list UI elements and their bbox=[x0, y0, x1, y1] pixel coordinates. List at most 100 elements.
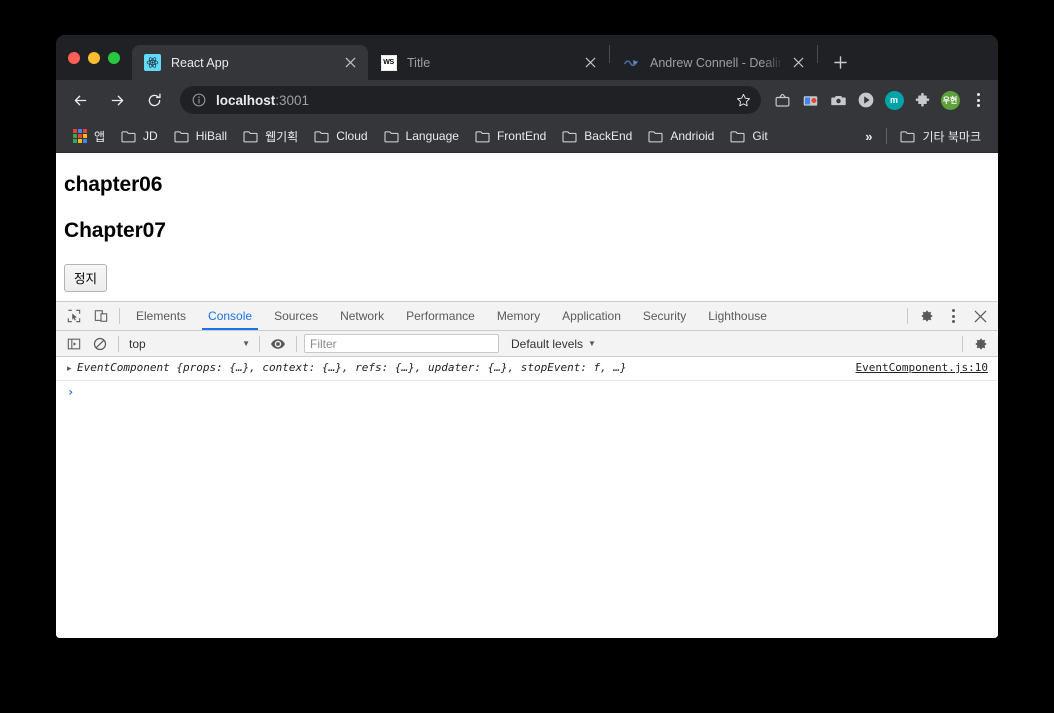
page-heading-chapter06: chapter06 bbox=[64, 173, 163, 196]
console-settings-gear-icon[interactable] bbox=[968, 331, 994, 357]
tab-title: Andrew Connell - Dealing with bbox=[650, 55, 783, 70]
folder-icon bbox=[174, 130, 189, 143]
devtools-tab-console[interactable]: Console bbox=[197, 302, 263, 330]
devtools-tab-network[interactable]: Network bbox=[329, 302, 395, 330]
console-toolbar-divider bbox=[296, 335, 297, 352]
devtools-tab-security[interactable]: Security bbox=[632, 302, 697, 330]
bookmark-label: Language bbox=[405, 129, 459, 143]
browser-tab-react-app[interactable]: React App bbox=[132, 45, 368, 80]
close-tab-icon[interactable] bbox=[341, 54, 359, 72]
camera-extension-icon[interactable] bbox=[825, 86, 851, 114]
devtools-tab-lighthouse[interactable]: Lighthouse bbox=[697, 302, 778, 330]
console-toolbar: top ▼ Default levels ▼ bbox=[56, 331, 998, 357]
tab-title: React App bbox=[171, 55, 229, 70]
tab-label: Sources bbox=[274, 309, 319, 323]
close-tab-icon[interactable] bbox=[581, 54, 599, 72]
folder-icon bbox=[475, 130, 490, 143]
back-button[interactable] bbox=[66, 86, 94, 114]
levels-label: Default levels bbox=[511, 336, 584, 351]
devtools-tab-application[interactable]: Application bbox=[551, 302, 632, 330]
console-message-text: EventComponent {props: {…}, context: {…}… bbox=[77, 361, 627, 374]
close-tab-icon[interactable] bbox=[789, 54, 807, 72]
tab-title: Title bbox=[407, 55, 431, 70]
stop-button[interactable]: 정지 bbox=[64, 263, 108, 292]
inspect-element-icon[interactable] bbox=[60, 302, 87, 330]
devtools-tab-elements[interactable]: Elements bbox=[125, 302, 197, 330]
tab-strip: React App WS Title Andrew Connell - Deal… bbox=[56, 35, 998, 80]
console-filter-input[interactable] bbox=[310, 336, 493, 351]
url-port: :3001 bbox=[275, 92, 310, 108]
tab-label: Elements bbox=[136, 309, 187, 323]
bookmark-label: JD bbox=[143, 129, 158, 143]
tab-divider bbox=[609, 44, 610, 63]
maximize-window-button[interactable] bbox=[108, 51, 120, 64]
bookmark-label: 기타 북마크 bbox=[922, 129, 981, 144]
apps-grid-icon bbox=[73, 129, 87, 143]
chevron-down-icon: ▼ bbox=[588, 339, 596, 348]
forward-button[interactable] bbox=[103, 86, 131, 114]
bookmark-star-icon[interactable] bbox=[731, 88, 755, 112]
url-host: localhost bbox=[216, 92, 276, 108]
bookmark-folder-git[interactable]: Git bbox=[723, 124, 774, 148]
bookmark-folder-frontend[interactable]: FrontEnd bbox=[468, 124, 553, 148]
devtools-tab-sources[interactable]: Sources bbox=[263, 302, 329, 330]
bookmarks-overflow-button[interactable]: » bbox=[857, 124, 880, 148]
tab-label: Application bbox=[562, 309, 621, 323]
page-content: chapter06 Chapter07 정지 bbox=[56, 153, 998, 301]
three-dot-menu-icon[interactable] bbox=[966, 86, 990, 114]
bookmark-other-bookmarks[interactable]: 기타 북마크 bbox=[893, 124, 988, 148]
browser-tab-title[interactable]: WS Title bbox=[368, 45, 608, 80]
minimize-window-button[interactable] bbox=[88, 51, 100, 64]
browser-tab-andrew-connell[interactable]: Andrew Connell - Dealing with bbox=[611, 45, 816, 80]
folder-icon bbox=[243, 130, 258, 143]
address-bar[interactable]: localhost:3001 bbox=[180, 86, 761, 114]
devtools-tab-memory[interactable]: Memory bbox=[486, 302, 551, 330]
console-sidebar-icon[interactable] bbox=[61, 331, 87, 357]
devtools-divider bbox=[907, 308, 908, 324]
console-toolbar-divider bbox=[962, 335, 963, 352]
close-devtools-icon[interactable] bbox=[967, 302, 994, 330]
toggle-device-toolbar-icon[interactable] bbox=[87, 302, 114, 330]
bookmark-folder-hiball[interactable]: HiBall bbox=[167, 124, 234, 148]
devtools-tab-performance[interactable]: Performance bbox=[395, 302, 486, 330]
window-controls bbox=[64, 35, 132, 80]
reload-button[interactable] bbox=[140, 86, 168, 114]
puzzle-extensions-icon[interactable] bbox=[909, 86, 935, 114]
play-extension-icon[interactable] bbox=[853, 86, 879, 114]
folder-icon bbox=[562, 130, 577, 143]
tab-label: Lighthouse bbox=[708, 309, 767, 323]
devtools-tabbar: Elements Console Sources Network Perform… bbox=[56, 302, 998, 331]
live-expression-icon[interactable] bbox=[265, 331, 291, 357]
new-tab-button[interactable] bbox=[826, 48, 854, 76]
log-levels-select[interactable]: Default levels ▼ bbox=[511, 337, 596, 351]
info-circle-icon[interactable] bbox=[191, 92, 207, 108]
bookmarks-divider bbox=[886, 128, 888, 144]
bookmark-folder-jd[interactable]: JD bbox=[114, 124, 165, 148]
bookmark-folder-backend[interactable]: BackEnd bbox=[555, 124, 639, 148]
close-window-button[interactable] bbox=[68, 51, 80, 64]
bookmark-folder-language[interactable]: Language bbox=[377, 124, 466, 148]
profile-avatar[interactable]: 우현 bbox=[937, 86, 963, 114]
bookmark-folder-webplan[interactable]: 웹기획 bbox=[236, 124, 305, 148]
bookmark-folder-android[interactable]: Andrioid bbox=[641, 124, 721, 148]
bookmark-apps[interactable]: 앱 bbox=[66, 124, 112, 148]
console-message-row[interactable]: ▸ EventComponent {props: {…}, context: {… bbox=[56, 357, 998, 381]
context-value: top bbox=[129, 336, 146, 351]
tab-label: Memory bbox=[496, 309, 541, 323]
bookmark-folder-cloud[interactable]: Cloud bbox=[307, 124, 374, 148]
m-extension-icon[interactable]: m bbox=[881, 86, 907, 114]
console-prompt-row[interactable]: › bbox=[56, 381, 998, 404]
more-options-icon[interactable] bbox=[940, 302, 967, 330]
profile-initials: 우현 bbox=[940, 90, 960, 110]
console-message-source-link[interactable]: EventComponent.js:10 bbox=[856, 360, 992, 376]
bookmark-label: 웹기획 bbox=[265, 129, 299, 144]
expand-arrow-icon[interactable]: ▸ bbox=[63, 360, 77, 376]
javascript-context-select[interactable]: top ▼ bbox=[124, 334, 254, 354]
console-message-list[interactable]: ▸ EventComponent {props: {…}, context: {… bbox=[56, 357, 998, 638]
bookmarks-bar: 앱 JD HiBall 웹기획 Cloud Language FrontEnd bbox=[56, 120, 998, 153]
clear-console-icon[interactable] bbox=[87, 331, 113, 357]
tv-extension-icon[interactable] bbox=[769, 86, 795, 114]
settings-gear-icon[interactable] bbox=[913, 302, 940, 330]
console-filter-box[interactable] bbox=[304, 334, 499, 353]
chrome-remote-desktop-icon[interactable] bbox=[797, 86, 823, 114]
